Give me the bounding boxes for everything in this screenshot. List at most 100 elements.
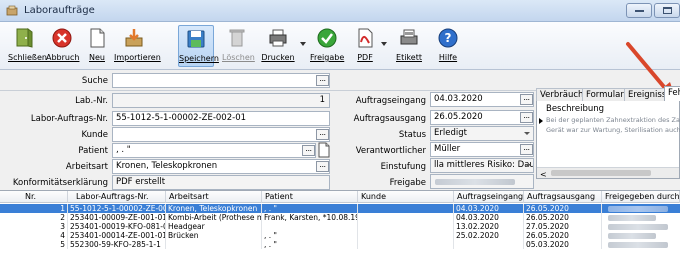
- table-cell-auftrag: 55-1012-5-1-00002-ZE-002-01: [68, 204, 166, 213]
- table-row[interactable]: 3253401-00019-KFO-081-01-3Headgear 13.02.…: [0, 222, 680, 231]
- checkmark-icon: [317, 28, 337, 48]
- horizontal-scrollbar[interactable]: <: [537, 167, 679, 179]
- row-pointer-icon: [539, 118, 543, 124]
- table-row[interactable]: 4 253401-00014-ZE-001-01-3 Brücken, . " 25.…: [0, 231, 680, 240]
- search-ellipsis-button[interactable]: ...: [316, 75, 329, 86]
- status-label: Status: [398, 130, 426, 140]
- help-button[interactable]: ? Hilfe: [434, 25, 462, 67]
- auftragsausgang-date-button[interactable]: ...: [520, 112, 533, 123]
- column-header[interactable]: Nr.: [22, 191, 68, 203]
- verantwortlicher-field[interactable]: Müller: [430, 142, 534, 157]
- kunde-label: Kunde: [81, 130, 108, 140]
- patient-document-icon[interactable]: [318, 142, 330, 158]
- pdf-dropdown-icon[interactable]: [381, 42, 387, 46]
- table-cell-arbeitsart: Kronen, Teleskopkronen: [166, 204, 262, 213]
- column-header[interactable]: Arbeitsart: [166, 191, 262, 203]
- table-cell-kunde: [358, 231, 454, 240]
- freigabe-label: Freigabe: [389, 178, 426, 188]
- table-row[interactable]: 155-1012-5-1-00002-ZE-002-01Kronen, Tele…: [0, 204, 680, 213]
- maximize-icon: [663, 7, 672, 14]
- table-cell-eingang: 13.02.2020: [454, 222, 524, 231]
- maximize-button[interactable]: [654, 3, 680, 18]
- title-bar: Laboraufträge: [0, 0, 680, 22]
- freigabe-field: [430, 174, 534, 189]
- arbeitsart-ellipsis-button[interactable]: ...: [316, 161, 329, 172]
- pdf-button[interactable]: PDF: [352, 25, 378, 67]
- table-cell-nr: 1: [22, 204, 68, 213]
- arbeitsart-field[interactable]: Kronen, Teleskopkronen: [112, 159, 330, 174]
- auftragseingang-label: Auftragseingang: [355, 96, 426, 106]
- column-header[interactable]: Kunde: [358, 191, 454, 203]
- table-cell-ausgang: 26.05.2020: [524, 231, 602, 240]
- cancel-button[interactable]: Abbruch: [46, 25, 79, 67]
- search-input[interactable]: [112, 73, 330, 88]
- cancel-icon: [52, 28, 72, 48]
- table-cell-kunde: [358, 213, 454, 222]
- table-cell-kunde: [358, 222, 454, 231]
- patient-field[interactable]: , . ": [112, 143, 316, 158]
- kunde-field[interactable]: [112, 127, 330, 142]
- close-button[interactable]: Schließen: [8, 25, 47, 67]
- verantwortlicher-ellipsis-button[interactable]: ...: [520, 144, 533, 155]
- scroll-left-icon[interactable]: <: [540, 170, 547, 179]
- status-select[interactable]: Erledigt: [430, 126, 534, 141]
- table-cell-auftrag: 253401-00009-ZE-001-01-6: [70, 213, 166, 222]
- help-label: Hilfe: [438, 53, 458, 62]
- search-label: Suche: [81, 76, 108, 86]
- close-label: Schließen: [8, 53, 47, 62]
- print-dropdown-icon[interactable]: [300, 42, 306, 46]
- column-header[interactable]: Freigegeben durch: [602, 191, 680, 203]
- release-button[interactable]: Freigabe: [310, 25, 344, 67]
- table-cell-ausgang: 26.05.2020: [524, 204, 602, 213]
- table-cell-nr: 5: [22, 240, 68, 249]
- column-header[interactable]: Auftragseingang: [454, 191, 524, 203]
- einstufung-select[interactable]: lla mittleres Risiko: Dauerhafte: [430, 158, 534, 173]
- import-icon: [125, 29, 143, 47]
- print-button[interactable]: Drucken: [260, 25, 296, 67]
- column-header[interactable]: Patient: [262, 191, 358, 203]
- minimize-button[interactable]: [626, 3, 652, 18]
- column-header[interactable]: Labor-Auftrags-Nr.: [68, 191, 166, 203]
- column-header[interactable]: Auftragsausgang: [524, 191, 602, 203]
- table-row[interactable]: 2 253401-00009-ZE-001-01-6 Kombi-Arbeit (P…: [0, 213, 680, 222]
- table-cell-kunde: [358, 240, 454, 249]
- verantwortlicher-label: Verantwortlicher: [355, 146, 426, 156]
- new-button[interactable]: Neu: [84, 25, 110, 67]
- toolbar: Schließen Abbruch Neu Importieren Speich…: [0, 22, 680, 70]
- auftragseingang-field[interactable]: 04.03.2020: [430, 92, 534, 107]
- auftragsausgang-field[interactable]: 26.05.2020: [430, 110, 534, 125]
- delete-button[interactable]: Löschen: [222, 25, 255, 67]
- redacted-text: [435, 179, 515, 185]
- kunde-ellipsis-button[interactable]: ...: [316, 129, 329, 140]
- save-label: Speichern: [179, 54, 219, 63]
- auftragseingang-date-button[interactable]: ...: [520, 94, 533, 105]
- fehler-panel: Beschreibung Bei der geplanten Zahnextra…: [536, 101, 680, 179]
- trash-icon: [229, 29, 245, 47]
- tab-fehler[interactable]: Fehler: [664, 86, 680, 102]
- patient-ellipsis-button[interactable]: ...: [302, 145, 315, 156]
- einstufung-chevron-down-icon[interactable]: [525, 164, 531, 167]
- table-row[interactable]: 5 552300-59-KFO-285-1-1 , . " 05.03.2020: [0, 240, 680, 249]
- table-cell-eingang: 04.03.2020: [454, 213, 524, 222]
- scroll-thumb[interactable]: [551, 170, 651, 176]
- close-door-icon: [16, 28, 33, 48]
- table-cell-arbeitsart: Brücken: [166, 231, 262, 240]
- redacted-text: [608, 242, 668, 248]
- save-icon: [187, 30, 205, 48]
- label-button[interactable]: Etikett: [392, 25, 426, 67]
- orders-table: Nr. Labor-Auftrags-Nr. Arbeitsart Patien…: [0, 190, 680, 258]
- lab-nr-field[interactable]: 1: [112, 93, 330, 108]
- fehler-row[interactable]: Gerät war zur Wartung, Sterilisation auc…: [546, 126, 680, 134]
- status-chevron-down-icon[interactable]: [524, 132, 530, 135]
- konformitaet-field[interactable]: PDF erstellt: [112, 175, 330, 190]
- save-button[interactable]: Speichern: [178, 25, 219, 67]
- import-button[interactable]: Importieren: [114, 25, 161, 67]
- auftrags-nr-field[interactable]: 55-1012-5-1-00002-ZE-002-01: [112, 111, 330, 126]
- table-cell-patient: , . ": [262, 240, 358, 249]
- table-cell-auftrag: 253401-00014-ZE-001-01-3: [70, 231, 166, 240]
- table-cell-ausgang: 05.03.2020: [524, 240, 602, 249]
- fehler-row[interactable]: Bei der geplanten Zahnextraktion des Zah…: [546, 116, 680, 124]
- window-title: Laboraufträge: [24, 5, 95, 16]
- table-cell-auftrag: 253401-00019-KFO-081-01-3: [68, 222, 166, 231]
- patient-label: Patient: [78, 146, 108, 156]
